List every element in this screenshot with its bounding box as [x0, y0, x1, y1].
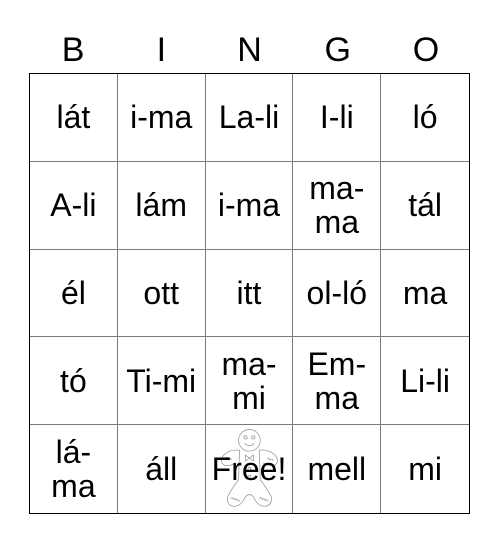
cell-text: ma	[402, 274, 448, 311]
cell-text: A-li	[50, 187, 97, 224]
cell-text: Li-li	[400, 362, 450, 399]
cell-text: lát	[56, 99, 91, 136]
bingo-cell[interactable]: I-li	[293, 74, 382, 162]
cell-text: ma- mi	[221, 345, 277, 416]
bingo-cell[interactable]: ott	[117, 249, 206, 338]
bingo-cell[interactable]: lám	[117, 161, 206, 250]
bingo-cell[interactable]: itt	[205, 249, 294, 338]
bingo-cell[interactable]: mell	[293, 425, 382, 513]
cell-text: mi	[408, 451, 442, 488]
cell-text: ma- ma	[309, 170, 365, 241]
cell-text: I-li	[319, 99, 354, 136]
header-letter-n: N	[237, 31, 262, 69]
cell-text: Em- ma	[307, 345, 367, 416]
free-space-label: Free!	[211, 451, 287, 488]
cell-text: él	[60, 274, 86, 311]
cell-text: ló	[412, 99, 438, 136]
bingo-cell[interactable]: A-li	[30, 161, 118, 250]
bingo-cell[interactable]: ma- mi	[205, 337, 294, 426]
bingo-cell[interactable]: lá- ma	[30, 425, 118, 513]
cell-text: ott	[143, 274, 179, 311]
cell-text: i-ma	[217, 187, 281, 224]
cell-text: mell	[307, 451, 367, 488]
cell-text: áll	[145, 451, 178, 488]
bingo-cell[interactable]: La-li	[205, 74, 294, 162]
bingo-cell[interactable]: Ti-mi	[117, 337, 206, 426]
bingo-cell[interactable]: áll	[118, 425, 206, 513]
header-letter-o: O	[412, 31, 440, 69]
bingo-cell[interactable]: Li-li	[381, 337, 469, 426]
free-space-cell[interactable]: Free!	[206, 425, 294, 513]
cell-text: itt	[236, 274, 262, 311]
header-letter-i: I	[156, 31, 167, 69]
bingo-cell[interactable]: él	[30, 249, 118, 338]
bingo-cell[interactable]: mi	[381, 425, 469, 513]
header-letter-b: B	[61, 31, 85, 69]
cell-text: La-li	[218, 99, 280, 136]
cell-text: lá- ma	[51, 434, 96, 505]
bingo-cell[interactable]: ló	[381, 74, 469, 162]
cell-text: ol-ló	[306, 274, 368, 311]
bingo-cell[interactable]: lát	[30, 74, 118, 162]
bingo-cell[interactable]: Em- ma	[293, 337, 382, 426]
bingo-header: B I N G O	[29, 30, 470, 70]
bingo-cell[interactable]: ma	[381, 250, 469, 338]
cell-text: lám	[135, 187, 187, 224]
cell-text: tál	[408, 187, 442, 224]
bingo-grid: lát i-ma La-li I-li ló A-li lám i-ma ma-…	[29, 73, 470, 514]
bingo-cell[interactable]: ma- ma	[293, 161, 382, 250]
bingo-cell[interactable]: i-ma	[205, 161, 294, 250]
cell-text: tó	[60, 362, 87, 399]
header-letter-g: G	[324, 31, 351, 69]
cell-text: Ti-mi	[126, 362, 197, 399]
bingo-cell[interactable]: ol-ló	[293, 249, 382, 338]
bingo-cell[interactable]: tó	[30, 337, 118, 426]
bingo-cell[interactable]: tál	[381, 162, 469, 250]
cell-text: i-ma	[130, 99, 193, 136]
bingo-cell[interactable]: i-ma	[117, 74, 206, 162]
